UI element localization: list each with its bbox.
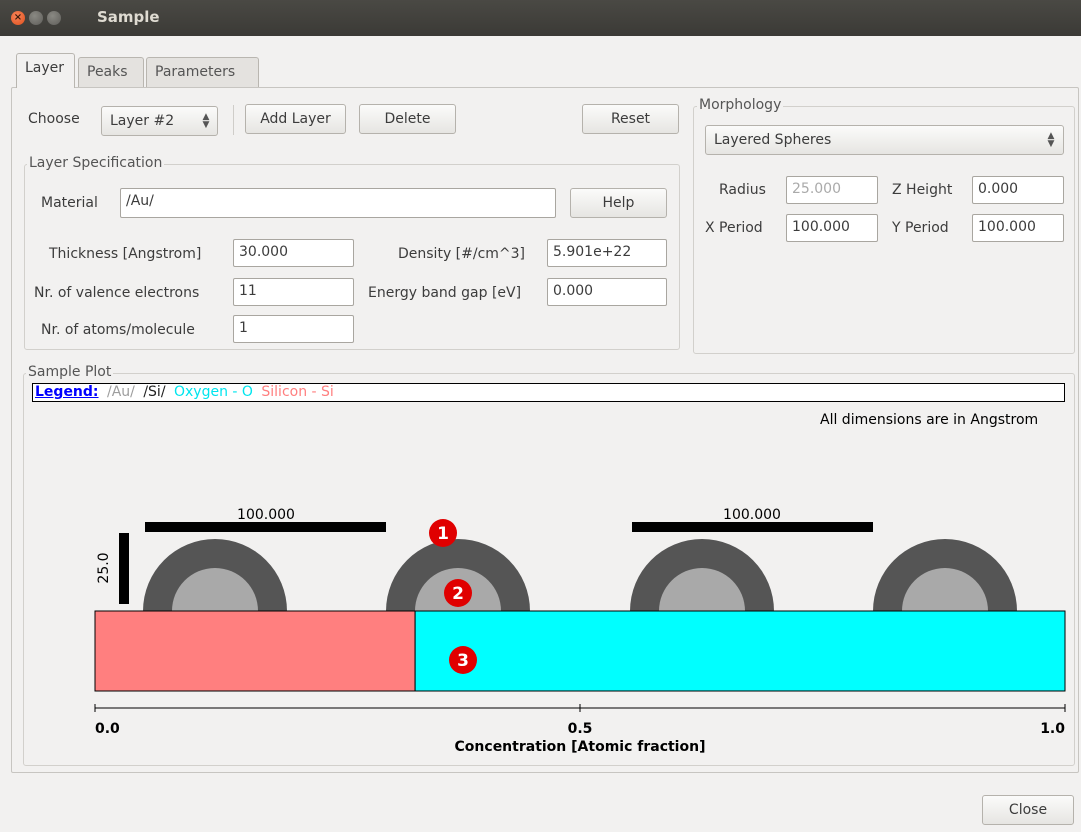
marker-2-label: 2 bbox=[452, 584, 464, 604]
close-button[interactable]: Close bbox=[982, 795, 1074, 825]
x-tick-label-0: 0.0 bbox=[95, 721, 120, 737]
oxygen-layer bbox=[414, 610, 1066, 692]
period-scale-label-1: 100.000 bbox=[237, 507, 295, 523]
tab-layer[interactable]: Layer bbox=[16, 53, 75, 88]
x-axis-label: Concentration [Atomic fraction] bbox=[455, 739, 706, 755]
period-scale-label-2: 100.000 bbox=[723, 507, 781, 523]
silicon-layer bbox=[94, 610, 416, 692]
marker-3-label: 3 bbox=[457, 651, 469, 671]
period-scale-bar-1 bbox=[145, 522, 386, 532]
x-tick-label-1: 0.5 bbox=[568, 721, 593, 737]
marker-1-label: 1 bbox=[437, 524, 449, 544]
height-scale-bar bbox=[119, 533, 129, 604]
sample-plot-canvas: 100.000 100.000 25.0 1 2 3 0.0 0.5 1.0 C… bbox=[94, 507, 1066, 755]
period-scale-bar-2 bbox=[632, 522, 873, 532]
x-tick-label-2: 1.0 bbox=[1040, 721, 1065, 737]
height-scale-label: 25.0 bbox=[96, 552, 112, 583]
